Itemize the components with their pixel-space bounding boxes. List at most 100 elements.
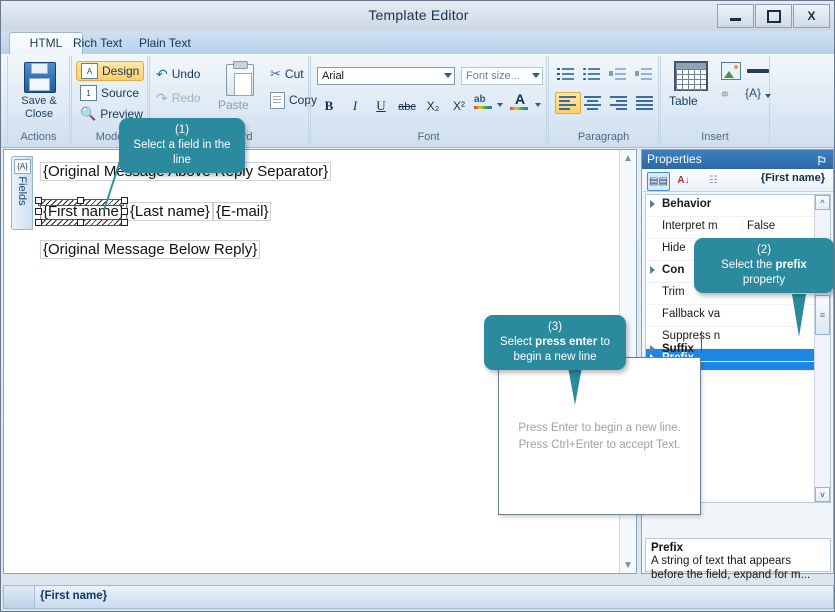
document-line-3[interactable]: {Original Message Below Reply} [40,240,261,259]
undo-button[interactable]: ↶ Undo [156,64,200,84]
callout-3: (3) Select press enter to begin a new li… [484,315,626,370]
superscript-button[interactable]: X² [449,96,469,115]
align-justify-button[interactable] [635,93,655,111]
magnifier-icon: 🔍 [80,106,97,121]
status-bar-grip [4,586,35,608]
sidebar-item-fields[interactable]: {A} Fields [11,156,33,230]
ribbon-group-paragraph: Paragraph [548,56,659,144]
properties-toolbar: ▤▤ A↓ ☷ {First name} [643,169,833,192]
copy-icon [270,91,285,109]
bulleted-list-button[interactable] [583,66,603,84]
highlight-color-button[interactable]: ab [474,94,494,109]
title-bar: Template Editor X [1,1,834,32]
window-title: Template Editor [368,7,469,23]
editor-hint: Press Enter to begin a new line. Press C… [499,420,700,454]
subscript-button[interactable]: X₂ [423,96,443,115]
editor-hint-line-2: Press Ctrl+Enter to accept Text. [518,439,681,451]
expander-icon[interactable] [650,345,655,353]
link-icon[interactable]: ⚭ [719,86,731,103]
ribbon-tab-strip: HTML Rich Text Plain Text [1,31,834,55]
source-button[interactable]: 1 Source [80,83,139,103]
align-left-button[interactable] [555,92,581,114]
editor-hint-line-1: Press Enter to begin a new line. [518,422,681,434]
alphabetical-sort-button[interactable]: A↓ [673,172,694,189]
field-last-name[interactable]: {Last name} [126,202,213,221]
group-label-insert: Insert [701,131,729,143]
callout-1-text: Select a field in the line [133,139,231,166]
field-icon[interactable]: {A} [745,86,761,100]
chevron-down-icon[interactable] [535,103,541,107]
window-controls: X [717,4,830,28]
scroll-thumb[interactable]: ≡ [815,295,830,335]
callout-1: (1) Select a field in the line [119,118,245,173]
description-text: A string of text that appears before the… [651,555,811,581]
callout-3-text-before: Select [500,336,536,348]
ribbon-group-actions: Save & Close Actions [7,56,70,144]
prefix-value-editor-dropdown[interactable]: Press Enter to begin a new line. Press C… [498,357,701,515]
template-editor-window: Template Editor X HTML Rich Text Plain T… [0,0,835,612]
cut-button[interactable]: ✂ Cut [270,64,304,84]
tab-rich-text[interactable]: Rich Text [61,32,134,54]
callout-1-number: (1) [174,124,190,136]
group-label-actions: Actions [20,131,57,143]
properties-title: Properties [647,152,702,166]
bold-button[interactable]: B [319,96,339,115]
image-icon[interactable] [721,62,741,80]
font-size-combo[interactable]: Font size... [461,67,543,85]
scroll-up-icon[interactable]: ^ [815,195,830,210]
scroll-down-icon[interactable]: ▼ [620,557,636,573]
callout-2-leader [701,331,702,353]
design-icon: A [81,63,98,79]
font-color-swatch [510,107,528,110]
decrease-indent-button[interactable] [609,66,629,84]
close-button[interactable]: X [793,4,830,28]
status-bar: {First name} [3,585,834,609]
expander-icon[interactable] [650,200,655,208]
source-icon: 1 [80,85,97,101]
minimize-button[interactable] [717,4,754,28]
callout-3-bold: press enter [535,336,598,348]
group-label-font: Font [417,131,440,143]
chevron-down-icon[interactable] [497,103,503,107]
scroll-down-icon[interactable]: ˅ [815,487,830,502]
save-close-button[interactable]: Save & Close [9,95,69,121]
tab-plain-text[interactable]: Plain Text [127,32,203,54]
redo-icon: ↷ [156,89,168,106]
italic-button[interactable]: I [345,96,365,115]
callout-2-text-before: Select the [721,259,776,271]
callout-2-bold: prefix [775,259,807,271]
scissors-icon: ✂ [270,66,281,81]
undo-icon: ↶ [156,65,168,82]
selected-object-label: {First name} [760,172,825,184]
strikethrough-button[interactable]: abc [397,97,417,116]
group-label-paragraph: Paragraph [577,131,630,143]
field-email[interactable]: {E-mail} [212,202,272,221]
chevron-down-icon[interactable] [765,94,771,98]
callout-2-tail [792,294,806,337]
callout-3-tail [568,367,582,405]
align-center-button[interactable] [583,93,603,111]
property-row-behavior[interactable]: Behavior [646,195,830,217]
numbered-list-button[interactable] [557,66,577,84]
chevron-down-icon [444,73,452,78]
ribbon-group-font: Arial Font size... B I U abc X₂ X² ab A … [310,56,547,144]
design-button[interactable]: A Design [76,61,145,81]
property-pages-button[interactable]: ☷ [703,172,724,189]
paste-button[interactable]: Paste [212,61,268,124]
increase-indent-button[interactable] [635,66,655,84]
font-color-button[interactable]: A [510,92,530,110]
property-row-interpret[interactable]: Interpret m False [646,217,830,239]
underline-button[interactable]: U [371,96,391,115]
align-right-button[interactable] [609,93,629,111]
paste-icon [226,61,254,96]
callout-2-number: (2) [756,244,772,256]
callout-2: (2) Select the prefix property [694,238,834,293]
callout-3-number: (3) [547,321,563,333]
scroll-up-icon[interactable]: ▲ [620,150,636,166]
font-family-combo[interactable]: Arial [317,67,455,85]
horizontal-rule-icon[interactable] [747,69,769,73]
redo-button[interactable]: ↷ Redo [156,88,200,108]
maximize-button[interactable] [755,4,792,28]
categorized-view-button[interactable]: ▤▤ [647,172,670,191]
expander-icon[interactable] [650,266,655,274]
